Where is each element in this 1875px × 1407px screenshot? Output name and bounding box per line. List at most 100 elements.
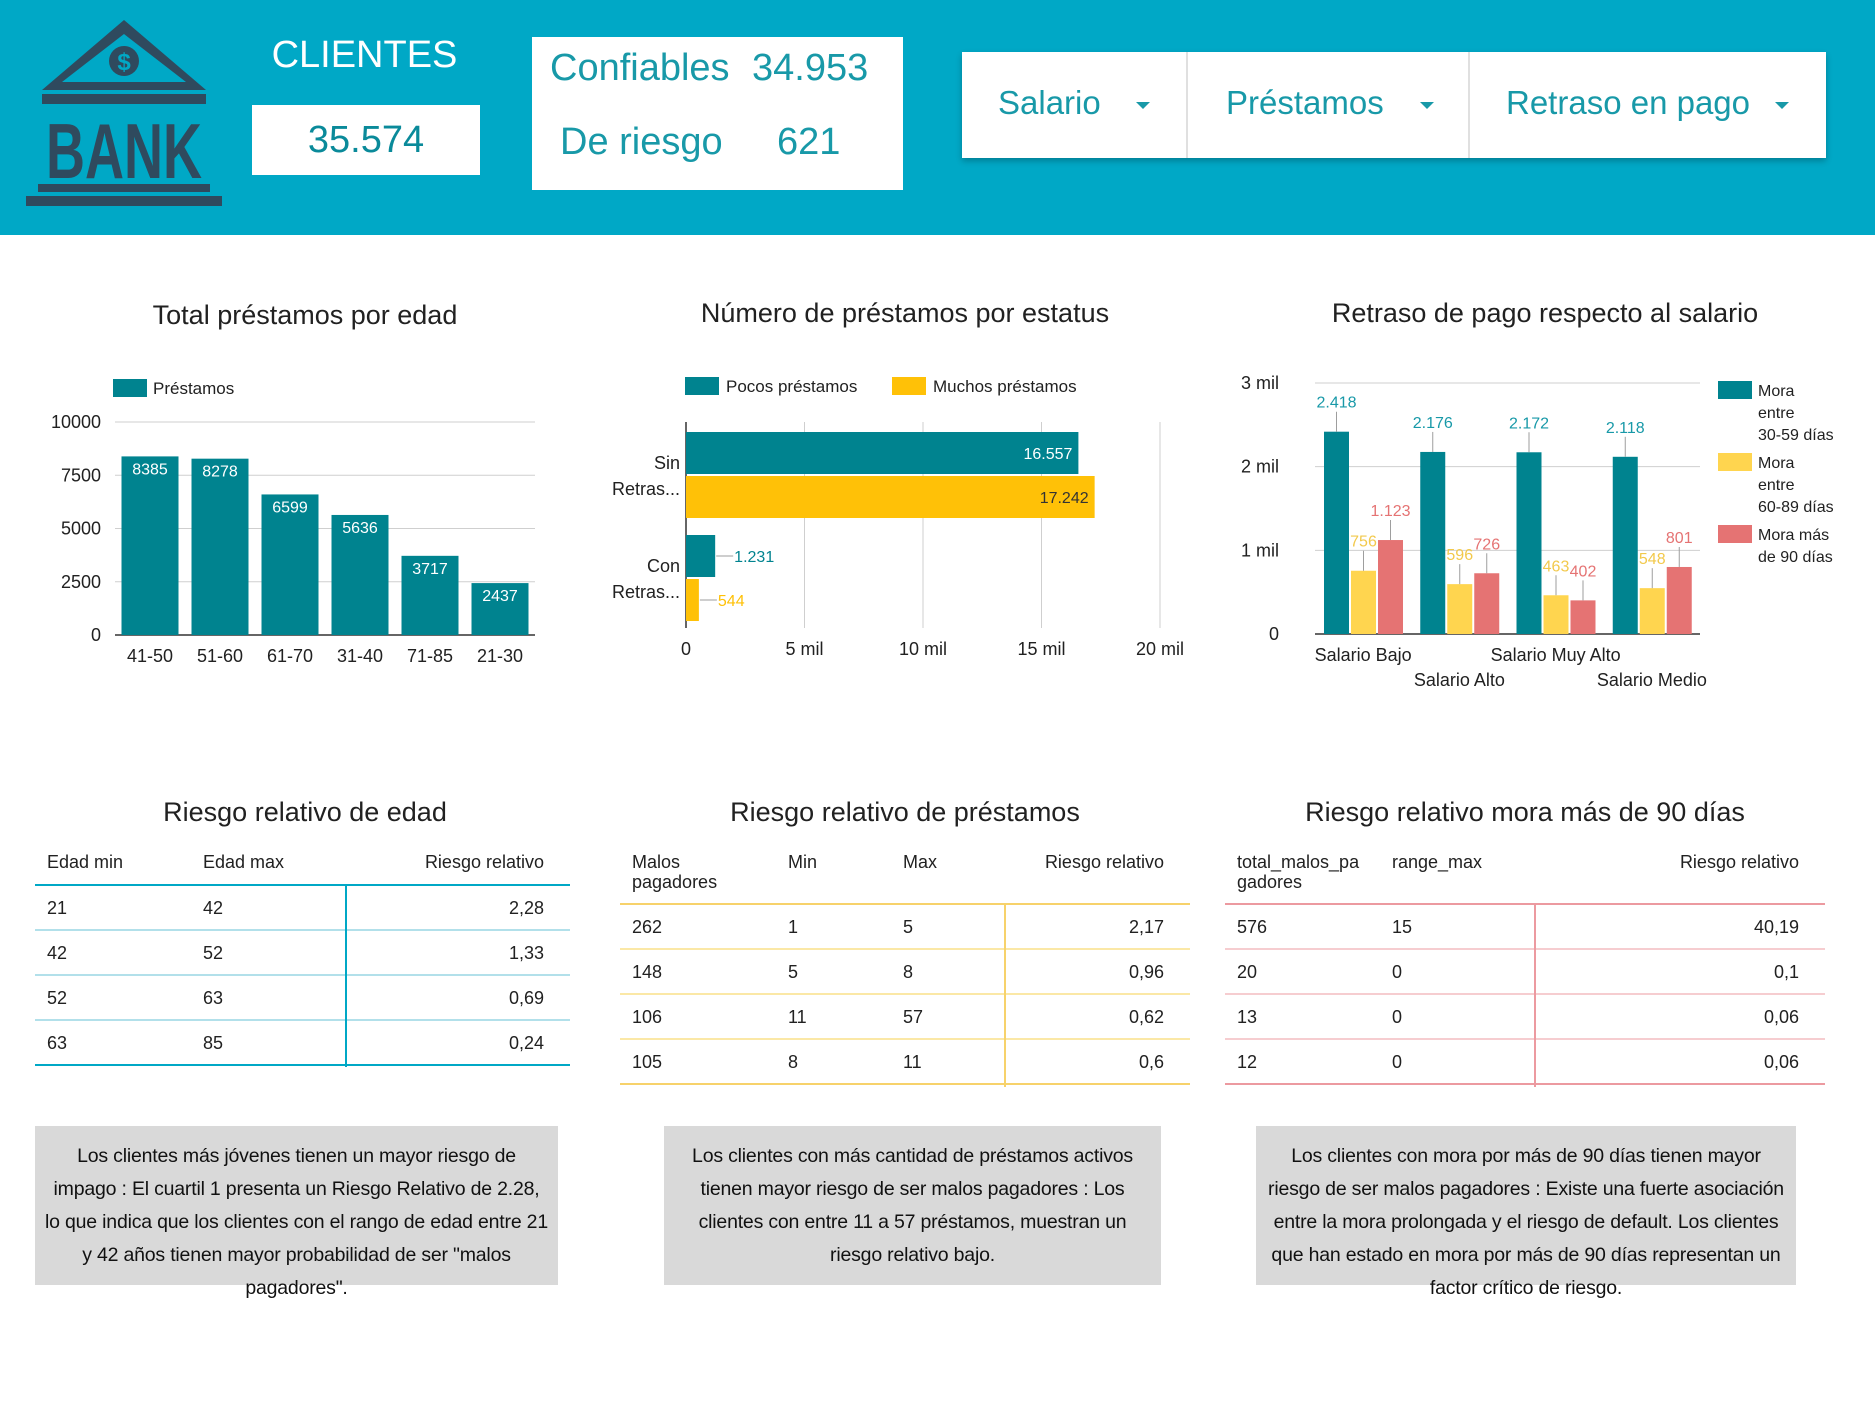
column-divider (1534, 905, 1536, 1087)
riesgo-label: De riesgo (560, 121, 723, 163)
legend-label: entre (1758, 477, 1795, 494)
bar (1612, 456, 1638, 634)
legend-label: entre (1758, 405, 1795, 422)
legend-label: Pocos préstamos (726, 377, 857, 396)
table-row: 21 42 2,28 (35, 886, 570, 931)
filter-retraso[interactable]: Retraso en pago (1470, 52, 1826, 158)
bar (1474, 573, 1500, 634)
legend-swatch (892, 377, 926, 395)
x-tick-label: Salario Alto (1414, 670, 1505, 690)
table-cell: 5 (788, 962, 799, 982)
table-row: 105 8 11 0,6 (620, 1040, 1190, 1085)
y-tick-label: 7500 (61, 465, 101, 485)
legend-label: Mora (1758, 383, 1795, 400)
chart-retraso-salario: 3 mil 2 mil 1 mil 0 2.418 756 1.123 Salario Baj… (1241, 373, 1834, 690)
filter-salario[interactable]: Salario (962, 52, 1188, 158)
bar (1543, 595, 1569, 634)
x-tick-label: 61-70 (267, 646, 313, 666)
table-cell: 1,33 (508, 943, 544, 963)
x-tick-label: 0 (681, 639, 691, 659)
table-cell: 11 (903, 1052, 922, 1072)
table-cell: 106 (632, 1007, 663, 1027)
data-label: 1.123 (1370, 503, 1410, 520)
table-riesgo-mora: total_malos_pa gadores range_max Riesgo r… (1225, 852, 1825, 1087)
data-label: 17.242 (1040, 490, 1089, 507)
legend-label: Préstamos (153, 379, 234, 398)
bar (1324, 431, 1349, 634)
y-tick-label: 2500 (61, 572, 101, 592)
filter-retraso-label: Retraso en pago (1506, 84, 1751, 121)
table-cell: 63 (47, 1033, 68, 1053)
table-row: 12 0 0,06 (1225, 1040, 1825, 1085)
table-cell: 0,69 (508, 988, 544, 1008)
legend-swatch (1718, 525, 1752, 543)
bar (1516, 452, 1542, 634)
data-label: 3717 (412, 561, 448, 578)
bank-logo-icon: $ BANK (26, 20, 222, 206)
table-cell: 0,96 (1128, 962, 1164, 982)
kpi-row-confiables: Confiables 34.953 (532, 47, 903, 107)
legend-label: Mora más (1758, 527, 1829, 544)
x-tick-label: 21-30 (477, 646, 523, 666)
confiables-value: 34.953 (752, 47, 869, 89)
x-tick-label: Salario Muy Alto (1491, 645, 1621, 665)
table-riesgo-prestamos: Malos pagadores Min Max Riesgo relativo 2… (620, 852, 1190, 1087)
chevron-down-icon (1420, 102, 1434, 109)
table-cell: 5 (903, 917, 914, 937)
chevron-down-icon (1775, 102, 1789, 109)
table-cell: 52 (47, 988, 68, 1008)
table-row: 576 15 40,19 (1225, 905, 1825, 950)
x-tick-label: 71-85 (407, 646, 453, 666)
legend-swatch (685, 377, 719, 395)
table-title-prestamos: Riesgo relativo de préstamos (730, 797, 1080, 827)
data-label: 8385 (132, 461, 168, 478)
data-label: 548 (1639, 551, 1666, 568)
bar (1378, 540, 1403, 634)
y-tick-label: 10000 (51, 412, 101, 432)
x-tick-label: 20 mil (1136, 639, 1184, 659)
bar (1351, 570, 1376, 634)
table-row: 20 0 0,1 (1225, 950, 1825, 995)
chart-title-salario: Retraso de pago respecto al salario (1331, 298, 1759, 328)
table-cell: 13 (1237, 1007, 1258, 1027)
legend-label: Muchos préstamos (933, 377, 1077, 396)
filter-prestamos-label: Préstamos (1226, 84, 1384, 121)
table-row: 148 5 8 0,96 (620, 950, 1190, 995)
table-cell: 20 (1237, 962, 1258, 982)
logo-text: BANK (46, 107, 202, 195)
x-tick-label: 15 mil (1017, 639, 1065, 659)
filter-salario-label: Salario (998, 84, 1101, 121)
table-cell: 57 (903, 1007, 924, 1027)
table-cell: 0,62 (1128, 1007, 1164, 1027)
x-tick-label: Salario Bajo (1315, 645, 1412, 665)
table-cell: 52 (203, 943, 224, 963)
data-label: 2437 (482, 588, 518, 605)
data-label: 16.557 (1023, 446, 1072, 463)
legend-swatch (113, 379, 147, 397)
legend-swatch (1718, 453, 1752, 471)
x-tick-label: 41-50 (127, 646, 173, 666)
table-cell: 576 (1237, 917, 1268, 937)
bar (686, 535, 716, 577)
clientes-label: CLIENTES (271, 34, 458, 76)
x-tick-label: 31-40 (337, 646, 383, 666)
data-label: 2.418 (1316, 395, 1356, 412)
y-tick-label: 1 mil (1241, 540, 1279, 560)
confiables-label: Confiables (550, 47, 730, 89)
y-tick-label: Retras... (612, 479, 680, 499)
y-tick-label: 0 (1269, 624, 1279, 644)
x-tick-label: 51-60 (197, 646, 243, 666)
table-cell: 8 (903, 962, 914, 982)
table-cell: 0 (1392, 1052, 1403, 1072)
data-label: 6599 (272, 499, 308, 516)
table-row: 42 52 1,33 (35, 931, 570, 976)
riesgo-value: 621 (777, 121, 841, 163)
legend-swatch (1718, 381, 1752, 399)
kpi-box: Confiables 34.953 De riesgo 621 (532, 37, 903, 190)
data-label: 1.231 (734, 549, 774, 566)
bar (686, 579, 699, 621)
table-cell: 11 (788, 1007, 807, 1027)
table-cell: 40,19 (1753, 917, 1799, 937)
filter-prestamos[interactable]: Préstamos (1188, 52, 1470, 158)
table-cell: 42 (203, 898, 224, 918)
